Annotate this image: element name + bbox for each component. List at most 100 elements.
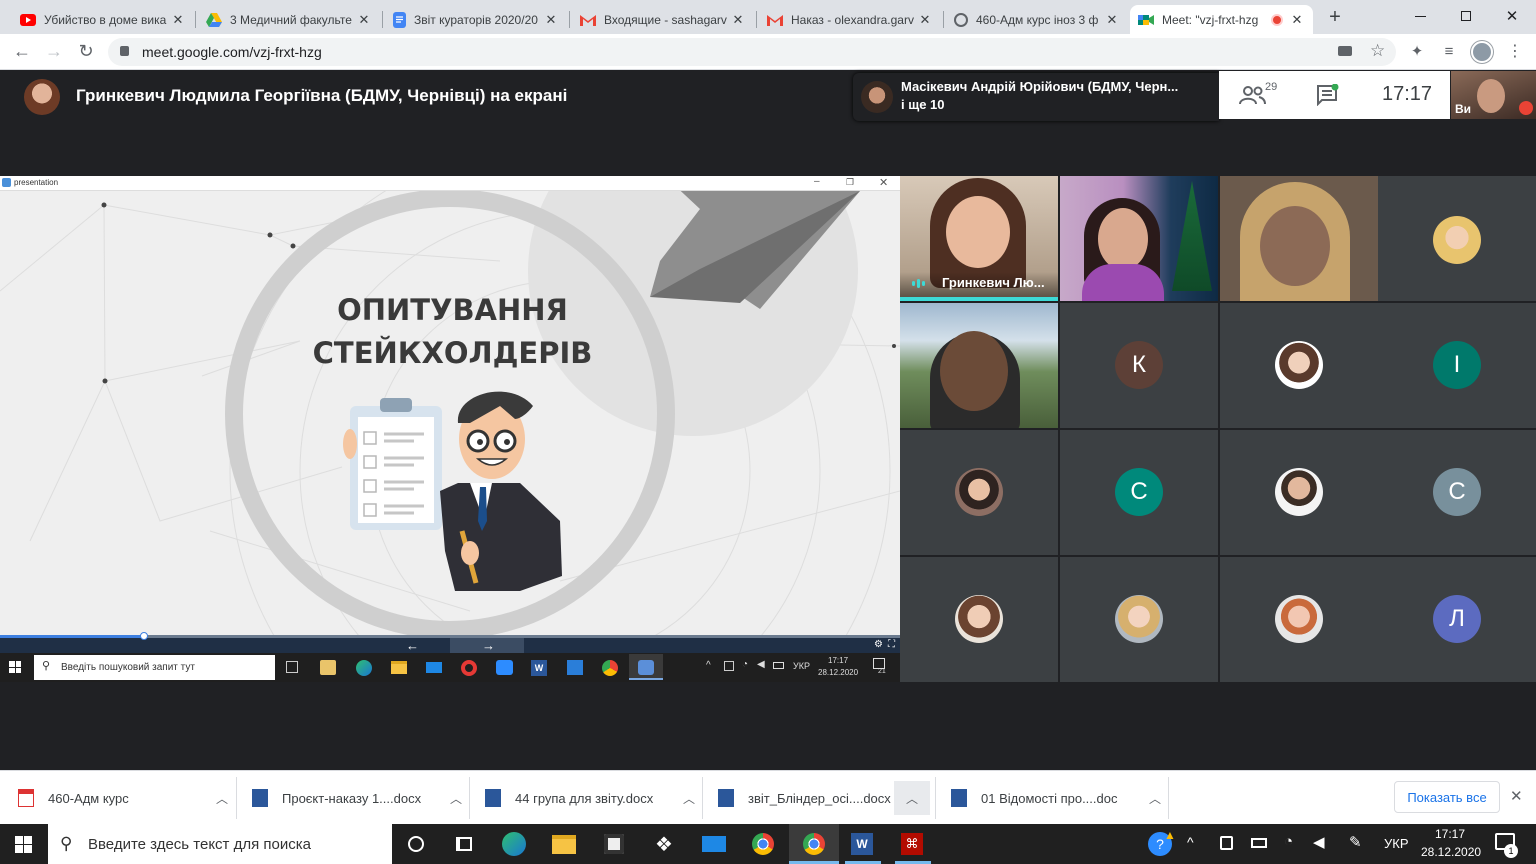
close-downloads-icon[interactable]: ✕ bbox=[1510, 787, 1523, 805]
word-icon[interactable]: W bbox=[845, 830, 879, 858]
tile-participant-i[interactable]: І bbox=[1378, 303, 1536, 428]
tile-participant-11[interactable] bbox=[1220, 430, 1378, 555]
photos-icon[interactable] bbox=[567, 660, 583, 675]
download-item[interactable]: звіт_Бліндер_осі....docx ︿ bbox=[718, 781, 930, 815]
taskbar-time[interactable]: 17:17 bbox=[1435, 827, 1465, 841]
close-icon[interactable]: ✕ bbox=[1104, 12, 1120, 28]
pen-icon[interactable]: ✎ bbox=[1349, 833, 1362, 851]
inner-lang[interactable]: УКР bbox=[793, 661, 810, 671]
minimize-button[interactable] bbox=[1408, 4, 1432, 28]
download-item[interactable]: 01 Відомості про....doc ︿ bbox=[951, 783, 1161, 813]
tab-adm-course[interactable]: 460-Адм курс іноз 3 ф ✕ bbox=[946, 5, 1128, 34]
download-item[interactable]: 460-Адм курс ︿ bbox=[18, 783, 228, 813]
tile-participant-15[interactable] bbox=[1220, 557, 1378, 682]
acrobat-icon[interactable]: ⌘ bbox=[895, 830, 929, 858]
windows-start-icon[interactable] bbox=[9, 661, 21, 673]
back-arrow-icon[interactable]: ← bbox=[10, 39, 34, 63]
profile-avatar[interactable] bbox=[1471, 41, 1493, 63]
tab-youtube[interactable]: Убийство в доме вика ✕ bbox=[12, 5, 194, 34]
edge-icon[interactable] bbox=[356, 660, 372, 676]
chevron-up-icon[interactable]: ︿ bbox=[894, 781, 930, 815]
chevron-up-icon[interactable]: ︿ bbox=[683, 790, 695, 807]
prev-slide-arrow-icon[interactable]: ← bbox=[406, 638, 419, 653]
volume-icon[interactable]: ◀ bbox=[757, 659, 765, 670]
progress-handle[interactable] bbox=[140, 632, 148, 640]
tab-meet-active[interactable]: Meet: "vzj-frxt-hzg ✕ bbox=[1130, 5, 1313, 34]
taskbar-lang[interactable]: УКР bbox=[1384, 836, 1409, 851]
chrome-icon[interactable] bbox=[602, 660, 618, 676]
minimize-button[interactable]: – bbox=[814, 176, 820, 187]
windows-start-icon[interactable] bbox=[15, 836, 32, 853]
tab-gmail-inbox[interactable]: Входящие - sashagarv ✕ bbox=[572, 5, 754, 34]
edge-icon[interactable] bbox=[497, 830, 531, 858]
tab-drive[interactable]: 3 Медичний факульте ✕ bbox=[198, 5, 380, 34]
tile-participant-k[interactable]: К bbox=[1060, 303, 1218, 428]
dropbox-icon[interactable]: ❖ bbox=[647, 830, 681, 858]
explorer-folder-icon[interactable] bbox=[391, 661, 407, 674]
chevron-up-icon[interactable]: ︿ bbox=[1149, 790, 1161, 807]
show-all-downloads-button[interactable]: Показать все bbox=[1394, 781, 1500, 813]
people-icon[interactable] bbox=[1239, 83, 1267, 107]
presentation-app-icon[interactable] bbox=[638, 660, 654, 675]
zoom-icon[interactable] bbox=[496, 660, 513, 675]
close-icon[interactable]: ✕ bbox=[1289, 12, 1305, 28]
task-view-icon[interactable] bbox=[447, 830, 481, 858]
tile-participant-2[interactable] bbox=[1060, 176, 1218, 301]
close-button[interactable]: ✕ bbox=[879, 176, 888, 189]
fullscreen-icon[interactable]: ⛶ bbox=[888, 639, 895, 650]
settings-gear-icon[interactable]: ⚙ bbox=[874, 639, 883, 650]
menu-kebab-icon[interactable]: ⋮ bbox=[1505, 40, 1525, 62]
download-item[interactable]: Проєкт-наказу 1....docx ︿ bbox=[252, 783, 462, 813]
tile-participant-14[interactable] bbox=[1060, 557, 1218, 682]
tile-participant-c1[interactable]: С bbox=[1060, 430, 1218, 555]
reload-icon[interactable]: ↻ bbox=[74, 39, 98, 63]
chevron-up-icon[interactable]: ︿ bbox=[450, 790, 462, 807]
inner-search-box[interactable]: ⚲ Введіть пошуковий запит тут bbox=[34, 655, 275, 680]
tile-participant-13[interactable] bbox=[900, 557, 1058, 682]
store-icon[interactable] bbox=[320, 660, 336, 675]
tile-participant-c2[interactable]: С bbox=[1378, 430, 1536, 555]
omnibox[interactable]: meet.google.com/vzj-frxt-hzg ☆ bbox=[108, 38, 1396, 66]
chevron-up-icon[interactable]: ︿ bbox=[216, 790, 228, 807]
download-item[interactable]: 44 група для звіту.docx ︿ bbox=[485, 783, 695, 813]
chat-icon[interactable] bbox=[1315, 84, 1341, 106]
tile-participant-3[interactable] bbox=[1220, 176, 1378, 301]
tab-gmail-order[interactable]: Наказ - olexandra.garv ✕ bbox=[759, 5, 941, 34]
tile-presenter[interactable]: Гринкевич Лю... bbox=[900, 176, 1058, 301]
tray-chevron-icon[interactable]: ^ bbox=[1187, 834, 1194, 850]
mail-icon[interactable] bbox=[697, 830, 731, 858]
taskbar-date[interactable]: 28.12.2020 bbox=[1421, 845, 1481, 859]
close-icon[interactable]: ✕ bbox=[917, 12, 933, 28]
task-view-icon[interactable] bbox=[286, 661, 298, 673]
close-icon[interactable]: ✕ bbox=[730, 12, 746, 28]
cortana-icon[interactable] bbox=[399, 830, 433, 858]
taskbar-search-box[interactable]: ⚲ Введите здесь текст для поиска bbox=[48, 824, 392, 864]
tile-participant-4[interactable] bbox=[1378, 176, 1536, 301]
close-icon[interactable]: ✕ bbox=[170, 12, 186, 28]
tray-network-icon[interactable] bbox=[724, 661, 734, 671]
forward-arrow-icon[interactable]: → bbox=[42, 39, 66, 63]
tile-participant-5[interactable] bbox=[900, 303, 1058, 428]
tile-participant-7[interactable] bbox=[1220, 303, 1378, 428]
media-queue-icon[interactable]: ≡ bbox=[1438, 40, 1460, 62]
tile-participant-9[interactable] bbox=[900, 430, 1058, 555]
tab-docs[interactable]: Звіт кураторів 2020/20 ✕ bbox=[385, 5, 567, 34]
self-view-tile[interactable]: Ви bbox=[1451, 71, 1536, 119]
close-icon[interactable]: ✕ bbox=[543, 12, 559, 28]
extensions-puzzle-icon[interactable]: ✦ bbox=[1406, 40, 1428, 62]
mail-icon[interactable] bbox=[426, 662, 442, 673]
wifi-icon[interactable]: ◔ bbox=[1284, 833, 1293, 850]
next-slide-arrow-icon[interactable]: → bbox=[482, 638, 495, 653]
chrome-profile-icon[interactable] bbox=[797, 830, 831, 858]
camera-icon[interactable] bbox=[1338, 46, 1352, 56]
new-tab-button[interactable]: + bbox=[1322, 6, 1348, 28]
meet-now-icon[interactable] bbox=[1220, 836, 1233, 850]
bookmark-star-icon[interactable]: ☆ bbox=[1370, 41, 1385, 61]
explorer-folder-icon[interactable] bbox=[547, 830, 581, 858]
tray-chevron-icon[interactable]: ^ bbox=[706, 660, 711, 671]
store-icon[interactable] bbox=[597, 830, 631, 858]
wifi-icon[interactable]: ◔ bbox=[742, 659, 748, 670]
restore-button[interactable]: ❐ bbox=[846, 177, 854, 188]
opera-icon[interactable] bbox=[461, 660, 477, 676]
close-icon[interactable]: ✕ bbox=[356, 12, 372, 28]
